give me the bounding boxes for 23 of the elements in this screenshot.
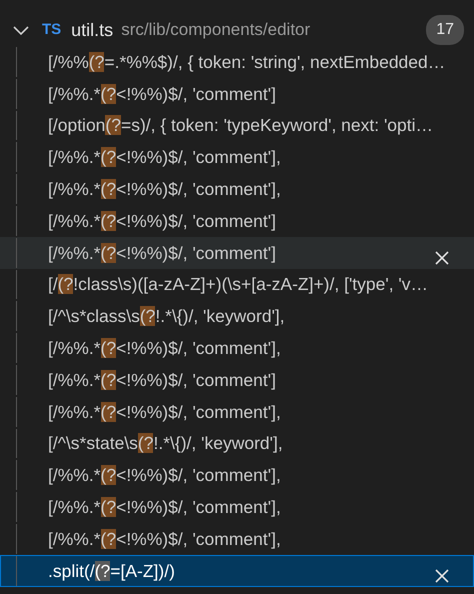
match-count: 17 [426, 15, 464, 45]
search-result-row[interactable]: [/%%.*(?<!%%)$/, 'comment'], [0, 141, 474, 174]
search-result-row[interactable]: [/%%.*(?<!%%)$/, 'comment'] [0, 236, 474, 269]
search-result-row[interactable]: [/%%.*(?<!%%)$/, 'comment'], [0, 491, 474, 523]
search-result-row[interactable]: [/%%.*(?<!%%)$/, 'comment'] [0, 364, 474, 396]
search-result-row[interactable]: [/(?!class\s)([a-zA-Z]+)(\s+[a-zA-Z]+)/, ['type', 'v… [0, 268, 474, 300]
search-result-row[interactable]: [/%%.*(?<!%%)$/, 'comment'], [0, 173, 474, 205]
search-result-row[interactable]: [/%%.*(?<!%%)$/, 'comment'] [0, 204, 474, 237]
search-result-row[interactable]: [/option(?=s)/, { token: 'typeKeyword', next: 'opti… [0, 110, 474, 142]
search-result-row[interactable]: [/%%(?=.*%%$)/, { token: 'string', nextEmbedded… [0, 46, 474, 78]
search-result-row[interactable]: [/%%.*(?<!%%)$/, 'comment'] [0, 78, 474, 110]
search-result-row[interactable]: [/^\s*state\s(?!.*\{)/, 'keyword'], [0, 428, 474, 460]
close-icon [433, 567, 451, 586]
search-result-row[interactable]: [/^\s*class\s(?!.*\{)/, 'keyword'], [0, 300, 474, 332]
search-result-row[interactable]: .split(/(?=[A-Z])/) [0, 554, 474, 587]
search-result-row[interactable]: [/%%.*(?<!%%)$/, 'comment'], [0, 396, 474, 428]
search-result-row[interactable]: [/%%.*(?<!%%)$/, 'comment'], [0, 522, 474, 555]
typescript-icon: TS [42, 18, 62, 42]
file-name[interactable]: util.ts [71, 16, 114, 44]
search-result-row[interactable]: [/%%.*(?<!%%)$/, 'comment'], [0, 459, 474, 492]
close-icon [433, 249, 451, 268]
file-path: src/lib/components/editor [121, 19, 310, 42]
search-result-row[interactable]: [/%%.*(?<!%%)$/, 'comment'], [0, 332, 474, 364]
